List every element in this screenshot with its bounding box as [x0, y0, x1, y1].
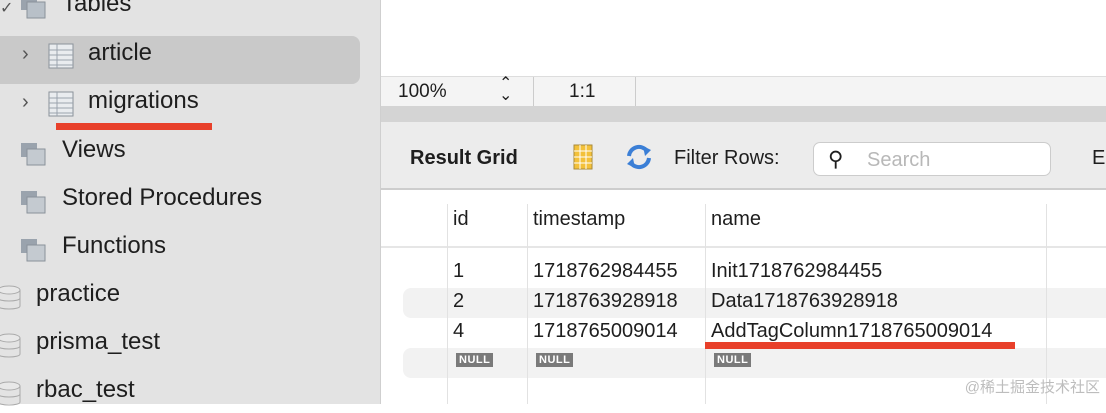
cell-name[interactable]: Data1718763928918: [711, 290, 898, 313]
null-cell-id[interactable]: NULL: [456, 353, 494, 367]
column-header-name[interactable]: name: [711, 208, 761, 231]
tree-item-label: migrations: [88, 87, 199, 114]
filter-rows-label: Filter Rows:: [674, 147, 780, 169]
tree-item-table-article[interactable]: › article: [0, 31, 360, 77]
chevron-right-icon[interactable]: ›: [22, 91, 29, 114]
stepper-icon[interactable]: ⌃ ⌄: [499, 76, 512, 104]
row-stripe: [403, 348, 1106, 378]
tree-item-label: rbac_test: [36, 376, 135, 403]
filter-search-input[interactable]: ⚲ Search: [813, 142, 1051, 176]
database-icon: [0, 285, 21, 310]
result-toolbar: Result Grid Filter Rows: ⚲ Search E: [381, 122, 1106, 190]
tree-item-label: prisma_test: [36, 328, 161, 355]
splitter[interactable]: [381, 106, 1106, 122]
functions-folder-icon: [21, 239, 46, 262]
cell-id[interactable]: 1: [453, 260, 464, 283]
tables-folder-icon: [21, 0, 46, 19]
cell-name[interactable]: Init1718762984455: [711, 260, 882, 283]
database-icon: [0, 381, 21, 406]
schema-navigator: ✓ Tables › article › migrations Views St…: [0, 0, 381, 406]
tree-item-label: Tables: [62, 0, 132, 17]
grid-columns-icon[interactable]: [573, 144, 593, 170]
chevron-down-icon[interactable]: ✓: [0, 0, 13, 18]
cell-timestamp[interactable]: 1718763928918: [533, 290, 678, 313]
watermark: @稀土掘金技术社区: [964, 379, 1100, 396]
tree-item-table-migrations[interactable]: › migrations: [0, 79, 360, 125]
procedures-folder-icon: [21, 191, 46, 214]
cell-timestamp[interactable]: 1718762984455: [533, 260, 678, 283]
zoom-level[interactable]: 100%: [398, 81, 447, 103]
annotation-underline: [705, 342, 1015, 349]
tree-item-label: Functions: [62, 232, 167, 259]
database-icon: [0, 333, 21, 358]
cell-name[interactable]: AddTagColumn1718765009014: [711, 320, 992, 343]
null-cell-name[interactable]: NULL: [714, 353, 752, 367]
result-grid: id timestamp name 1 1718762984455 Init17…: [381, 192, 1106, 404]
table-icon: [48, 91, 74, 117]
column-header-id[interactable]: id: [453, 208, 469, 231]
cell-id[interactable]: 4: [453, 320, 464, 343]
views-folder-icon: [21, 143, 46, 166]
zoom-bar: 100% ⌃ ⌄ 1:1: [381, 76, 1106, 107]
null-cell-timestamp[interactable]: NULL: [536, 353, 574, 367]
table-icon: [48, 43, 74, 69]
refresh-icon[interactable]: [625, 144, 653, 170]
tree-item-label: practice: [36, 280, 121, 307]
chevron-right-icon[interactable]: ›: [22, 43, 29, 66]
annotation-underline: [56, 123, 212, 130]
cell-id[interactable]: 2: [453, 290, 464, 313]
search-placeholder: Search: [867, 149, 931, 171]
zoom-ratio[interactable]: 1:1: [569, 81, 595, 103]
tree-item-label: Stored Procedures: [62, 184, 263, 211]
toolbar-truncated-label[interactable]: E: [1092, 147, 1105, 170]
result-grid-title: Result Grid: [410, 147, 518, 169]
cell-timestamp[interactable]: 1718765009014: [533, 320, 678, 343]
tree-item-label: article: [88, 39, 153, 66]
search-icon: ⚲: [828, 148, 844, 171]
column-header-timestamp[interactable]: timestamp: [533, 208, 625, 231]
query-result-panel: 100% ⌃ ⌄ 1:1 Result Grid Filter Rows: ⚲ S…: [381, 0, 1106, 404]
tree-item-label: Views: [62, 136, 126, 163]
